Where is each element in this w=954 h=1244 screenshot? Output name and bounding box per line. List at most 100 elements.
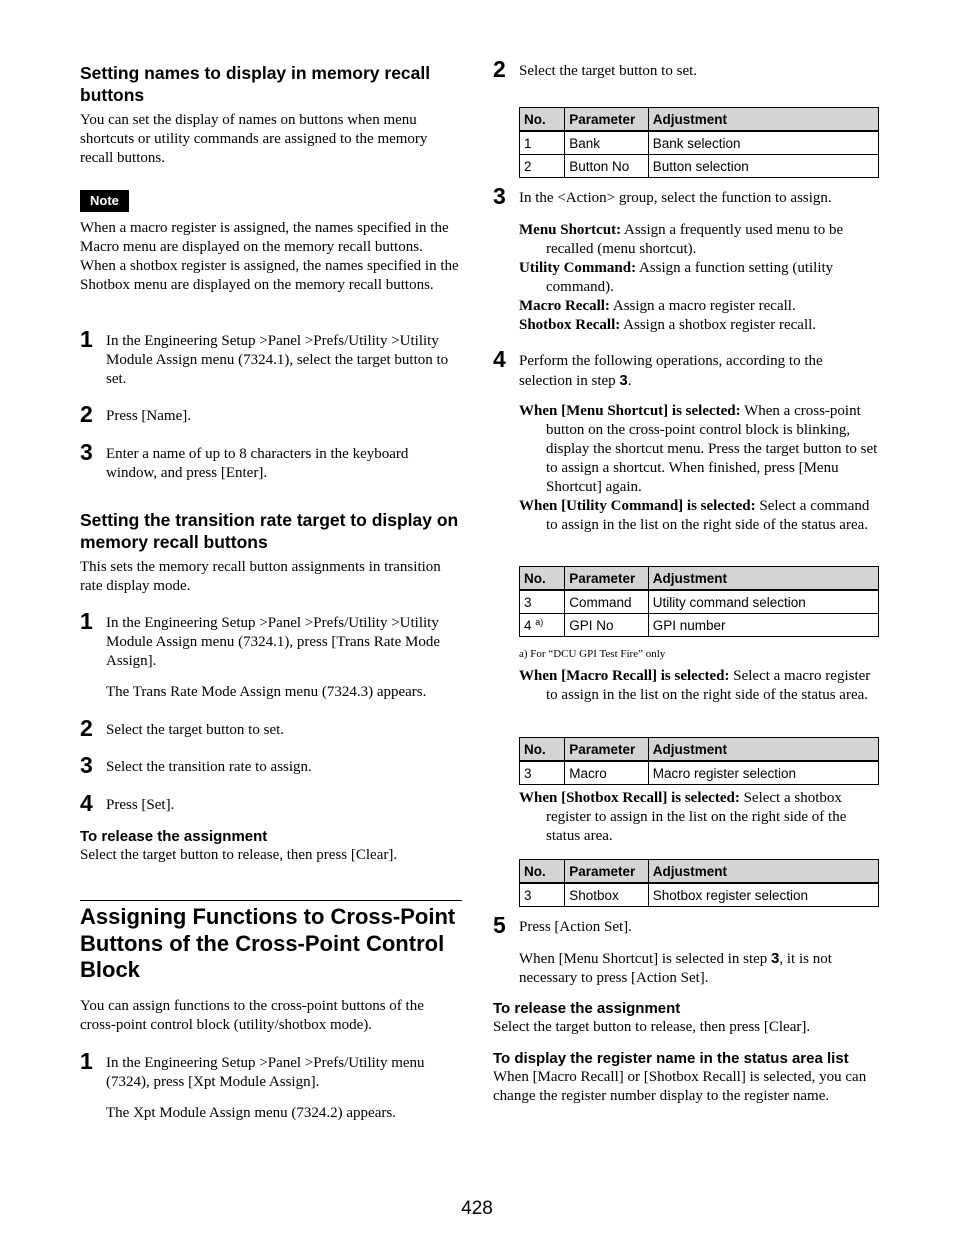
step-text-part: . — [627, 373, 632, 389]
step-text: Select the target button to set. — [106, 722, 285, 738]
cell-adjustment: Utility command selection — [647, 589, 880, 614]
when-shotbox-recall: When [Shotbox Recall] is selected: Selec… — [519, 789, 879, 846]
when-menu-shortcut: When [Menu Shortcut] is selected: When a… — [519, 402, 879, 497]
when-list-3: When [Shotbox Recall] is selected: Selec… — [519, 789, 879, 846]
chapter-heading: Assigning Functions to Cross-Point Butto… — [80, 904, 456, 982]
step-text-part: Perform the following operations, accord… — [519, 353, 823, 389]
table-header-row: No. Parameter Adjustment — [518, 107, 880, 132]
step-text: Press [Set]. — [106, 797, 175, 813]
cell-adjustment: Macro register selection — [647, 760, 880, 785]
action-term: Shotbox Recall: — [519, 317, 621, 333]
when-list-2: When [Macro Recall] is selected: Select … — [519, 667, 879, 705]
release-text: Select the target button to release, the… — [80, 847, 398, 863]
header-parameter: Parameter — [564, 566, 649, 591]
note-badge: Note — [80, 190, 129, 212]
header-adjustment: Adjustment — [647, 859, 880, 884]
table-row: 1 Bank Bank selection — [518, 130, 880, 155]
parameter-table-utility: No. Parameter Adjustment 3 Command Utili… — [518, 566, 880, 637]
action-item-menu-shortcut: Menu Shortcut: Assign a frequently used … — [519, 221, 879, 259]
display-register-heading: To display the register name in the stat… — [493, 1050, 849, 1067]
header-parameter: Parameter — [564, 737, 649, 762]
action-item-macro-recall: Macro Recall: Assign a macro register re… — [519, 297, 879, 316]
action-item-shotbox-recall: Shotbox Recall: Assign a shotbox registe… — [519, 316, 879, 335]
step-text: Perform the following operations, accord… — [519, 352, 879, 391]
cell-parameter: Command — [564, 589, 649, 614]
cell-parameter: Button No — [564, 154, 649, 178]
step-number: 4 — [80, 790, 93, 816]
step-number: 3 — [80, 439, 93, 465]
cell-no: 3 — [518, 589, 566, 614]
cell-no: 3 — [518, 760, 566, 785]
action-item-utility-command: Utility Command: Assign a function setti… — [519, 259, 879, 297]
parameter-table-shotbox: No. Parameter Adjustment 3 Shotbox Shotb… — [518, 859, 880, 907]
section-intro-names: You can set the display of names on butt… — [80, 112, 428, 166]
cell-adjustment: GPI number — [647, 613, 880, 637]
step-result: When [Menu Shortcut] is selected in step… — [519, 949, 879, 988]
table-row: 4 a) GPI No GPI number — [518, 613, 880, 637]
when-term: When [Menu Shortcut] is selected: — [519, 403, 741, 419]
page-number: 428 — [461, 1198, 493, 1219]
header-adjustment: Adjustment — [647, 107, 880, 132]
step-text: Press [Action Set]. — [519, 919, 632, 935]
step-text: In the Engineering Setup >Panel >Prefs/U… — [106, 333, 449, 387]
when-term: When [Shotbox Recall] is selected: — [519, 790, 740, 806]
step-text: Enter a name of up to 8 characters in th… — [106, 446, 409, 481]
step-number: 1 — [80, 326, 93, 352]
parameter-table-bank: No. Parameter Adjustment 1 Bank Bank sel… — [518, 107, 880, 178]
note-text: When a macro register is assigned, the n… — [80, 220, 459, 293]
step-number: 3 — [80, 752, 93, 778]
header-adjustment: Adjustment — [647, 737, 880, 762]
cell-no: 3 — [518, 882, 566, 907]
cell-adjustment: Shotbox register selection — [647, 882, 880, 907]
step-number: 5 — [493, 912, 506, 938]
cell-no: 2 — [518, 154, 566, 178]
step-result: The Trans Rate Mode Assign menu (7324.3)… — [106, 684, 427, 700]
table-row: 2 Button No Button selection — [518, 154, 880, 178]
footnote-mark: a) — [535, 617, 544, 627]
table-header-row: No. Parameter Adjustment — [518, 737, 880, 762]
table-footnote: a) For “DCU GPI Test Fire” only — [519, 648, 666, 660]
step-number: 1 — [80, 608, 93, 634]
table-row: 3 Macro Macro register selection — [518, 760, 880, 785]
section-intro-transition: This sets the memory recall button assig… — [80, 559, 441, 594]
action-desc: Assign a macro register recall. — [609, 298, 796, 314]
header-no: No. — [518, 859, 566, 884]
step-number: 4 — [493, 346, 506, 372]
action-list: Menu Shortcut: Assign a frequently used … — [519, 221, 879, 335]
when-term: When [Macro Recall] is selected: — [519, 668, 730, 684]
chapter-intro: You can assign functions to the cross-po… — [80, 998, 424, 1033]
display-register-text: When [Macro Recall] or [Shotbox Recall] … — [493, 1069, 867, 1104]
step-number: 2 — [80, 401, 93, 427]
cell-parameter: Macro — [564, 760, 649, 785]
when-term: When [Utility Command] is selected: — [519, 498, 756, 514]
cell-adjustment: Button selection — [647, 154, 880, 178]
action-term: Menu Shortcut: — [519, 222, 622, 238]
header-no: No. — [518, 107, 566, 132]
step-text: In the Engineering Setup >Panel >Prefs/U… — [106, 615, 441, 669]
section-heading-names: Setting names to display in memory recal… — [80, 63, 431, 105]
action-term: Utility Command: — [519, 260, 637, 276]
step-result-part: When [Menu Shortcut] is selected in step — [519, 951, 772, 967]
step-result: The Xpt Module Assign menu (7324.2) appe… — [106, 1105, 396, 1121]
step-text: In the <Action> group, select the functi… — [519, 190, 832, 206]
step-number: 2 — [80, 715, 93, 741]
header-no: No. — [518, 566, 566, 591]
release-heading: To release the assignment — [80, 828, 268, 845]
cell-no: 1 — [518, 130, 566, 155]
cell-no: 4 a) — [518, 613, 566, 637]
cell-adjustment: Bank selection — [647, 130, 880, 155]
when-list-1: When [Menu Shortcut] is selected: When a… — [519, 402, 879, 535]
action-term: Macro Recall: — [519, 298, 610, 314]
when-macro-recall: When [Macro Recall] is selected: Select … — [519, 667, 879, 705]
section-divider — [80, 900, 462, 901]
release-heading: To release the assignment — [493, 1000, 681, 1017]
release-text: Select the target button to release, the… — [493, 1019, 811, 1035]
action-desc: Assign a shotbox register recall. — [620, 317, 817, 333]
cell-parameter: Bank — [564, 130, 649, 155]
step-text: In the Engineering Setup >Panel >Prefs/U… — [106, 1055, 425, 1090]
header-no: No. — [518, 737, 566, 762]
table-row: 3 Shotbox Shotbox register selection — [518, 882, 880, 907]
header-adjustment: Adjustment — [647, 566, 880, 591]
step-text: Select the transition rate to assign. — [106, 759, 312, 775]
cell-parameter: Shotbox — [564, 882, 649, 907]
